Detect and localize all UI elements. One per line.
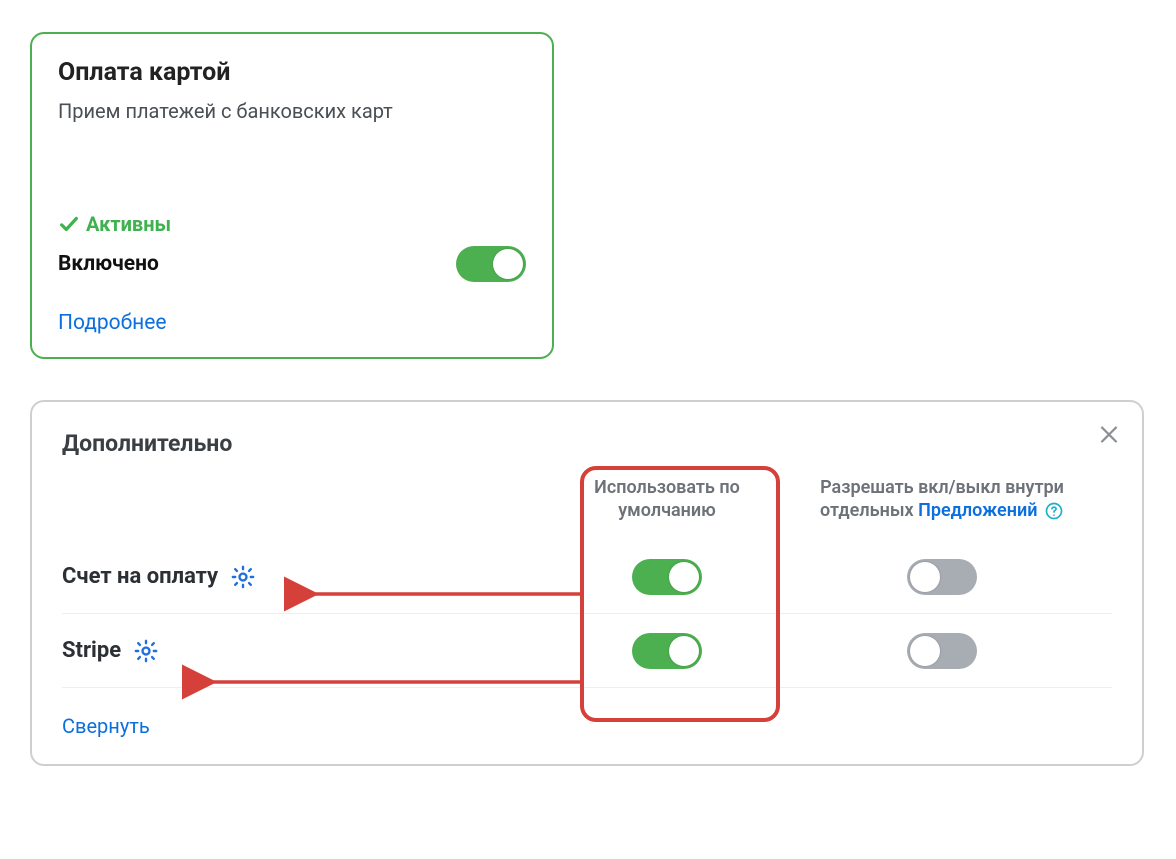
- toggle-allow[interactable]: [907, 559, 977, 595]
- card-payment: Оплата картой Прием платежей с банковски…: [30, 32, 554, 359]
- row-name: Stripe: [62, 638, 121, 663]
- gear-icon[interactable]: [230, 564, 256, 590]
- header-allow: Разрешать вкл/выкл внутри отдельных Пред…: [772, 477, 1112, 522]
- status-text: Активны: [86, 212, 171, 236]
- check-icon: [58, 213, 80, 235]
- enabled-row: Включено: [58, 246, 526, 282]
- column-headers: Использовать по умолчанию Разрешать вкл/…: [62, 477, 1112, 522]
- enabled-toggle[interactable]: [456, 246, 526, 282]
- row-invoice: Счет на оплату: [62, 540, 1112, 614]
- panel-title: Дополнительно: [62, 430, 1112, 457]
- help-icon[interactable]: [1044, 501, 1064, 521]
- toggle-allow[interactable]: [907, 633, 977, 669]
- status-active: Активны: [58, 212, 171, 236]
- header-allow-link[interactable]: Предложений: [918, 500, 1037, 521]
- row-stripe: Stripe: [62, 614, 1112, 688]
- card-description: Прием платежей с банковских карт: [58, 99, 526, 123]
- more-link[interactable]: Подробнее: [58, 311, 167, 335]
- toggle-default[interactable]: [632, 633, 702, 669]
- panel-additional: Дополнительно Использовать по умолчанию …: [30, 400, 1144, 766]
- close-icon[interactable]: [1096, 420, 1122, 450]
- card-title: Оплата картой: [58, 58, 526, 87]
- header-default: Использовать по умолчанию: [562, 477, 772, 522]
- collapse-link[interactable]: Свернуть: [62, 714, 150, 738]
- gear-icon[interactable]: [133, 638, 159, 664]
- row-name: Счет на оплату: [62, 564, 218, 589]
- toggle-default[interactable]: [632, 559, 702, 595]
- enabled-label: Включено: [58, 252, 159, 276]
